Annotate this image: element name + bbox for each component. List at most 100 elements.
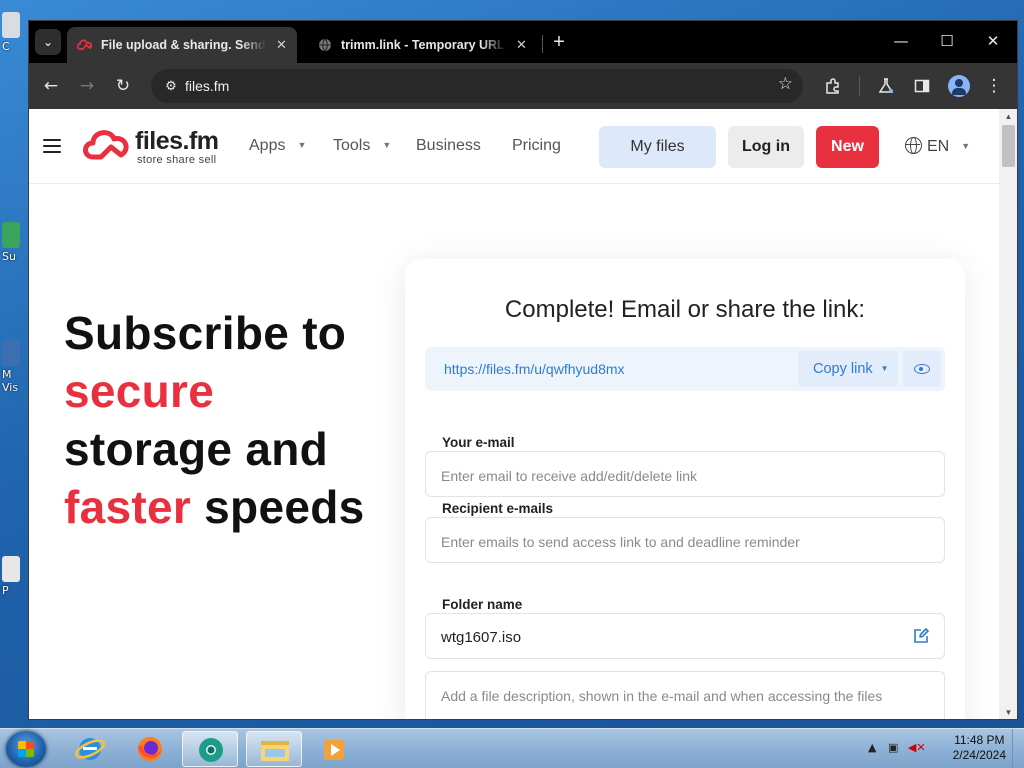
show-desktop-button[interactable]	[1012, 729, 1024, 768]
your-email-label: Your e-mail	[442, 435, 515, 450]
extensions-icon[interactable]	[819, 72, 847, 100]
hero-heading: Subscribe to secure storage and faster s…	[64, 304, 404, 536]
copy-link-button[interactable]: Copy link ▼	[798, 351, 898, 387]
caret-down-icon: ▼	[880, 364, 889, 373]
clock-date: 2/24/2024	[952, 748, 1006, 762]
desktop-shortcut-label: C	[2, 40, 10, 53]
page-scrollbar[interactable]: ▲ ▼	[999, 109, 1017, 719]
nav-apps-label: Apps	[249, 137, 286, 154]
caret-down-icon: ▼	[297, 140, 307, 150]
forward-arrow-icon[interactable]: →	[73, 72, 101, 100]
cloud-logo-icon	[83, 130, 129, 160]
taskbar-file-explorer[interactable]	[246, 731, 302, 767]
tab-title: File upload & sharing. Send large files	[101, 38, 266, 52]
page-viewport: files.fm store share sell Apps ▼ Tools ▼ B…	[29, 109, 999, 719]
new-tab-button[interactable]: +	[548, 31, 570, 53]
clock[interactable]: 11:48 PM 2/24/2024	[953, 733, 1006, 763]
globe-icon	[317, 37, 333, 53]
chrome-icon	[199, 738, 223, 762]
network-icon[interactable]: ▣	[888, 741, 898, 754]
recipient-emails-placeholder: Enter emails to send access link to and …	[441, 534, 800, 550]
desktop-shortcut[interactable]: M Vis	[2, 340, 22, 394]
close-window-button[interactable]: ✕	[973, 29, 1013, 53]
preview-button[interactable]	[903, 351, 941, 387]
close-icon[interactable]: ✕	[516, 37, 527, 53]
your-email-placeholder: Enter email to receive add/edit/delete l…	[441, 468, 698, 484]
scroll-up-icon[interactable]: ▲	[999, 111, 1017, 123]
clock-time: 11:48 PM	[954, 733, 1005, 747]
description-field[interactable]: Add a file description, shown in the e-m…	[425, 671, 945, 719]
globe-icon	[905, 137, 922, 154]
hero-text: speeds	[191, 481, 365, 533]
volume-muted-icon[interactable]: ◀✕	[908, 741, 926, 754]
folder-icon	[261, 741, 289, 761]
description-placeholder: Add a file description, shown in the e-m…	[441, 688, 883, 704]
logo-tagline: store share sell	[137, 154, 217, 166]
edit-pencil-icon[interactable]	[912, 627, 930, 645]
taskbar-media-player[interactable]	[306, 731, 362, 767]
tab-files-fm[interactable]: File upload & sharing. Send large files …	[67, 27, 297, 63]
minimize-button[interactable]: —	[881, 29, 921, 53]
app-icon	[2, 222, 20, 248]
login-button[interactable]: Log in	[728, 126, 804, 168]
taskbar-internet-explorer[interactable]	[62, 731, 118, 767]
document-icon	[2, 556, 20, 582]
desktop-shortcut-label: Su	[2, 250, 16, 263]
folder-name-field[interactable]: Folder name wtg1607.iso	[425, 597, 945, 659]
nav-pricing[interactable]: Pricing	[512, 137, 561, 155]
nav-business[interactable]: Business	[416, 137, 481, 155]
nav-tools[interactable]: Tools ▼	[333, 137, 391, 155]
system-tray: ▲ ▣ ◀✕	[868, 741, 926, 754]
labs-flask-icon[interactable]	[872, 72, 900, 100]
close-icon[interactable]: ✕	[276, 37, 287, 53]
hero-line: storage and	[64, 423, 329, 475]
desktop-shortcut[interactable]: P	[2, 556, 22, 597]
url-text[interactable]: files.fm	[185, 78, 229, 94]
desktop-shortcut[interactable]: Su	[2, 222, 22, 263]
back-arrow-icon[interactable]: ←	[37, 72, 65, 100]
share-link[interactable]: https://files.fm/u/qwfhyud8mx	[444, 361, 625, 377]
files-fm-logo-icon	[77, 37, 93, 53]
files-fm-logo[interactable]: files.fm store share sell	[81, 127, 219, 167]
recipient-emails-field[interactable]: Recipient e-mails Enter emails to send a…	[425, 501, 945, 563]
browser-toolbar: ← → ↻ ⚙ files.fm ☆ ⋮	[29, 63, 1017, 109]
scroll-down-icon[interactable]: ▼	[999, 707, 1017, 719]
upload-complete-card: Complete! Email or share the link: https…	[405, 259, 965, 719]
show-hidden-icons[interactable]: ▲	[868, 741, 876, 754]
maximize-button[interactable]: ☐	[927, 29, 967, 53]
card-title: Complete! Email or share the link:	[504, 296, 866, 323]
kebab-menu-icon[interactable]: ⋮	[980, 72, 1008, 100]
your-email-field[interactable]: Your e-mail Enter email to receive add/e…	[425, 435, 945, 497]
firefox-icon	[138, 737, 162, 761]
start-button[interactable]	[6, 731, 46, 767]
logo-wordmark: files.fm	[135, 127, 219, 155]
my-files-button[interactable]: My files	[599, 126, 716, 168]
desktop-shortcut[interactable]: C	[2, 12, 22, 53]
caret-down-icon: ▼	[961, 141, 971, 151]
folder-name-label: Folder name	[442, 597, 523, 612]
bookmark-star-icon[interactable]: ☆	[778, 74, 793, 94]
eye-icon	[914, 364, 930, 374]
hero-line: faster speeds	[64, 478, 404, 536]
new-button[interactable]: New	[816, 126, 879, 168]
taskbar-chrome-beta[interactable]	[182, 731, 238, 767]
nav-apps[interactable]: Apps ▼	[249, 137, 306, 155]
tab-search-button[interactable]: ⌄	[35, 29, 61, 55]
profile-avatar-icon[interactable]	[948, 75, 970, 97]
tab-strip: ⌄ File upload & sharing. Send large file…	[29, 21, 1017, 63]
browser-window: ⌄ File upload & sharing. Send large file…	[28, 20, 1018, 720]
language-selector[interactable]: EN ▼	[905, 137, 970, 156]
app-icon	[2, 340, 20, 366]
copy-link-label: Copy link	[813, 361, 873, 377]
desktop-shortcut-label: P	[2, 584, 9, 597]
hamburger-menu-icon[interactable]	[43, 139, 61, 153]
taskbar-firefox[interactable]	[122, 731, 178, 767]
tab-trimm-link[interactable]: trimm.link - Temporary URL shortener ✕	[307, 27, 537, 63]
reload-icon[interactable]: ↻	[109, 72, 137, 100]
side-panel-icon[interactable]	[908, 72, 936, 100]
address-bar[interactable]: ⚙ files.fm ☆	[151, 69, 803, 103]
tab-title: trimm.link - Temporary URL shortener	[341, 38, 506, 52]
site-settings-icon[interactable]: ⚙	[160, 75, 182, 97]
scroll-thumb[interactable]	[1002, 125, 1015, 167]
toolbar-divider	[859, 76, 860, 96]
